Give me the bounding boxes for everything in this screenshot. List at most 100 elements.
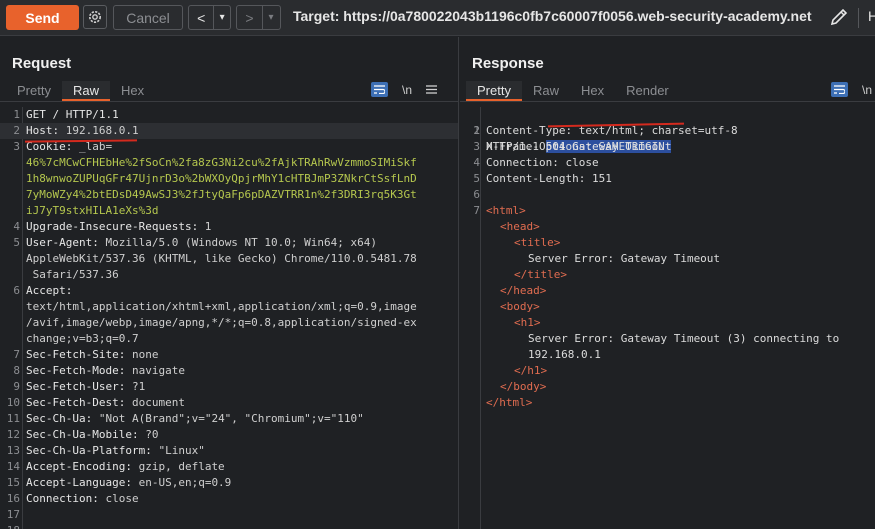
- code-line-text: /avif,image/webp,image/apng,*/*;q=0.8,ap…: [26, 315, 417, 331]
- request-code-line: 5 User-Agent: Mozilla/5.0 (Windows NT 10.…: [0, 235, 458, 251]
- header-name: Sec-Ch-Ua-Platform:: [26, 444, 152, 457]
- edit-target-button[interactable]: [828, 6, 850, 28]
- request-tab-pretty[interactable]: Pretty: [6, 81, 62, 101]
- response-code-line: <body>: [460, 299, 875, 315]
- request-code-line: 4 Upgrade-Insecure-Requests: 1: [0, 219, 458, 235]
- header-name: GET / HTTP/1.1: [26, 108, 119, 121]
- response-code-line: <h1>: [460, 315, 875, 331]
- line-number: 14: [6, 460, 20, 473]
- cancel-button[interactable]: Cancel: [113, 5, 183, 30]
- code-line-text: GET / HTTP/1.1: [26, 107, 119, 123]
- request-tab-hex[interactable]: Hex: [110, 81, 155, 101]
- code-line-text: Sec-Ch-Ua-Mobile: ?0: [26, 427, 158, 443]
- request-code-line: AppleWebKit/537.36 (KHTML, like Gecko) C…: [0, 251, 458, 267]
- wrap-icon: [834, 85, 845, 94]
- request-wrap-toggle[interactable]: [371, 82, 388, 97]
- header-value: gzip, deflate: [131, 460, 225, 473]
- target-url: Target: https://0a780022043b1196c0fb7c60…: [293, 8, 812, 24]
- response-tabs: Pretty Raw Hex Render: [466, 81, 680, 101]
- line-number: 1: [13, 108, 20, 121]
- line-number: 5: [13, 236, 20, 249]
- code-line-text: Sec-Fetch-User: ?1: [26, 379, 145, 395]
- forward-button[interactable]: >: [237, 6, 263, 29]
- response-title: Response: [472, 55, 544, 72]
- response-code-line: 4 Connection: close: [460, 155, 875, 171]
- line-number: 18: [0, 523, 20, 529]
- request-editor[interactable]: 1 GET / HTTP/1.1 2 Host: 192.168.0.1 3 Cookie…: [0, 107, 458, 529]
- line-number: 4: [473, 156, 480, 169]
- send-button[interactable]: Send: [6, 5, 79, 30]
- request-code-line: 46%7cMCwCFHEbHe%2fSoCn%2fa8zG3Ni2cu%2fAj…: [0, 155, 458, 171]
- back-button[interactable]: <: [189, 6, 215, 29]
- code-line-text: Sec-Fetch-Site: none: [26, 347, 158, 363]
- response-code-line: 7 <html>: [460, 203, 875, 219]
- response-editor[interactable]: 1 HTTP/1.1 504 Gateway Timeout 2 Content-…: [460, 107, 875, 411]
- back-history-dropdown[interactable]: ▾: [214, 6, 230, 29]
- code-line-text: Accept-Encoding: gzip, deflate: [26, 459, 225, 475]
- line-number: 15: [6, 476, 20, 489]
- request-code-line: text/html,application/xhtml+xml,applicat…: [0, 299, 458, 315]
- request-code-line: 8 Sec-Fetch-Mode: navigate: [0, 363, 458, 379]
- header-value: iJ7yT9stxHILA1eXs%3d: [26, 204, 159, 217]
- line-number: 10: [6, 396, 20, 409]
- header-value: Safari/537.36: [26, 268, 119, 281]
- settings-button[interactable]: [83, 5, 107, 29]
- html-tag: <h1>: [514, 316, 541, 329]
- request-pane: Request Pretty Raw Hex \n 1 GET / HTTP/1.…: [0, 37, 459, 529]
- code-line-text: 46%7cMCwCFHEbHe%2fSoCn%2fa8zG3Ni2cu%2fAj…: [26, 155, 417, 171]
- header-value: ?1: [125, 380, 146, 393]
- header-value: text/html,application/xhtml+xml,applicat…: [26, 300, 417, 313]
- line-number: 7: [13, 348, 20, 361]
- response-code-line: </html>: [460, 395, 875, 411]
- request-code-line: 16 Connection: close: [0, 491, 458, 507]
- response-code-line: </title>: [460, 267, 875, 283]
- response-tab-pretty[interactable]: Pretty: [466, 81, 522, 101]
- header-value: change;v=b3;q=0.7: [26, 332, 139, 345]
- line-number: 2: [473, 124, 480, 137]
- response-code-line: 5 Content-Length: 151: [460, 171, 875, 187]
- response-tab-render[interactable]: Render: [615, 81, 680, 101]
- response-code-line: <head>: [460, 219, 875, 235]
- response-wrap-toggle[interactable]: [831, 82, 848, 97]
- request-tab-raw[interactable]: Raw: [61, 81, 110, 101]
- response-code-line: 2 Content-Type: text/html; charset=utf-8: [460, 123, 875, 139]
- request-code-line: 11 Sec-Ch-Ua: "Not A(Brand";v="24", "Chro…: [0, 411, 458, 427]
- request-code-line: 6 Accept:: [0, 283, 458, 299]
- request-code-line: 7yMoWZy4%2btEDsD49AwSJ3%2fJtyQaFp6pDAZVT…: [0, 187, 458, 203]
- toolbar-divider: [858, 8, 859, 28]
- request-code-line: 10 Sec-Fetch-Dest: document: [0, 395, 458, 411]
- hamburger-menu-icon[interactable]: [426, 85, 438, 94]
- header-name: Upgrade-Insecure-Requests:: [26, 220, 199, 233]
- code-line-text: Sec-Fetch-Dest: document: [26, 395, 185, 411]
- line-number: 16: [6, 492, 20, 505]
- forward-history-dropdown[interactable]: ▾: [263, 6, 279, 29]
- request-code-line: 17: [0, 507, 458, 523]
- line-number: 3: [473, 140, 480, 153]
- header-value: close: [98, 492, 139, 505]
- header-value: Mozilla/5.0 (Windows NT 10.0; Win64; x64…: [98, 236, 378, 249]
- request-newline-toggle[interactable]: \n: [402, 83, 412, 97]
- response-tab-hex[interactable]: Hex: [570, 81, 615, 101]
- header-value: 1: [198, 220, 212, 233]
- response-tab-raw[interactable]: Raw: [522, 81, 570, 101]
- response-code-line: Server Error: Gateway Timeout (3) connec…: [460, 331, 875, 347]
- header-value: "Not A(Brand";v="24", "Chromium";v="110": [92, 412, 364, 425]
- request-code-line: 13 Sec-Ch-Ua-Platform: "Linux": [0, 443, 458, 459]
- header-value: "Linux": [151, 444, 205, 457]
- response-code-line: 3 X-Frame-Options: SAMEORIGIN: [460, 139, 875, 155]
- request-tabs-underline: [0, 101, 458, 102]
- header-value: navigate: [125, 364, 185, 377]
- response-newline-toggle[interactable]: \n: [862, 83, 872, 97]
- toolbar-extra-label[interactable]: H: [868, 8, 875, 24]
- gear-icon: [89, 11, 101, 23]
- request-title: Request: [12, 55, 72, 72]
- header-value: 1h8wnwoZUPUqGFr47UjnrD3o%2bWXOyQpjrMhY1c…: [26, 172, 417, 185]
- request-code-line: 1h8wnwoZUPUqGFr47UjnrD3o%2bWXOyQpjrMhY1c…: [0, 171, 458, 187]
- header-value: 46%7cMCwCFHEbHe%2fSoCn%2fa8zG3Ni2cu%2fAj…: [26, 156, 417, 169]
- forward-nav-group: > ▾: [236, 5, 281, 30]
- html-tag: </head>: [500, 284, 547, 297]
- header-name: Sec-Fetch-Site:: [26, 348, 126, 361]
- code-line-text: 7yMoWZy4%2btEDsD49AwSJ3%2fJtyQaFp6pDAZVT…: [26, 187, 417, 203]
- code-line-text: change;v=b3;q=0.7: [26, 331, 139, 347]
- line-number: 6: [473, 188, 480, 201]
